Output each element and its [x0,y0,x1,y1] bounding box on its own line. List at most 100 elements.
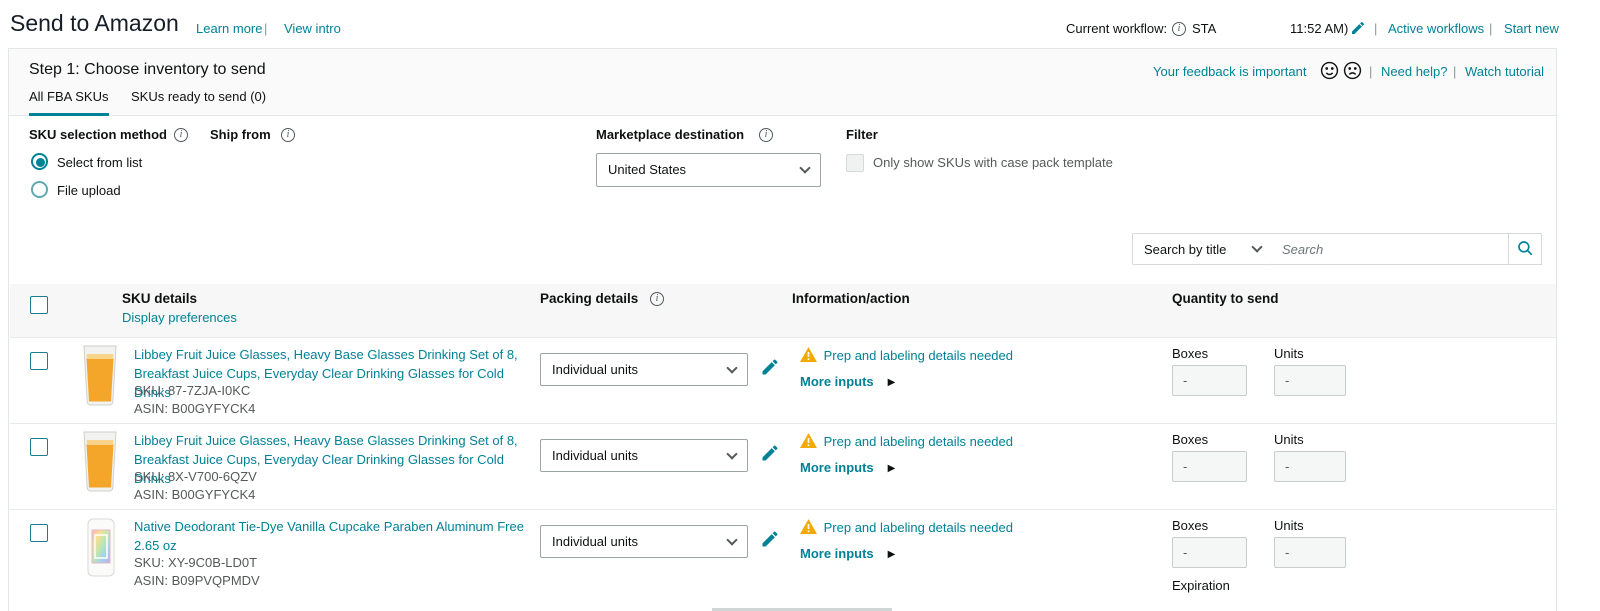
product-image-juice-glasses [80,431,120,496]
watch-tutorial-link[interactable]: Watch tutorial [1465,64,1544,79]
boxes-label: Boxes [1172,346,1209,361]
edit-pencil-icon[interactable] [1350,20,1366,39]
info-icon[interactable]: i [759,128,773,142]
tab-skus-ready-to-send[interactable]: SKUs ready to send (0) [131,89,266,104]
search-button[interactable] [1508,233,1542,265]
row-checkbox[interactable] [30,352,48,370]
table-row: Libbey Fruit Juice Glasses, Heavy Base G… [10,423,1556,509]
info-icon[interactable]: i [281,128,295,142]
search-category-select[interactable]: Search by title [1132,233,1273,265]
step1-header: Step 1: Choose inventory to send All FBA… [9,49,1556,116]
warning-text: Prep and labeling details needed [823,434,1013,449]
product-sku: SKU: XY-9C0B-LD0T [134,555,258,570]
more-inputs-label: More inputs [800,460,874,475]
column-header-packing-details: Packing details [540,291,639,306]
more-inputs-button[interactable]: More inputs ▶ [800,374,895,389]
more-inputs-button[interactable]: More inputs ▶ [800,460,895,475]
radio-file-upload-label[interactable]: File upload [57,183,121,198]
divider: | [1369,64,1373,79]
filter-label: Filter [846,127,878,142]
chevron-down-icon [1251,241,1263,253]
row-checkbox[interactable] [30,438,48,456]
current-workflow-label: Current workflow: [1066,21,1168,36]
learn-more-link[interactable]: Learn more [196,21,262,36]
search-category-value: Search by title [1144,242,1227,257]
need-help-link[interactable]: Need help? [1381,64,1448,79]
info-icon[interactable]: i [1172,22,1186,36]
step1-card: Step 1: Choose inventory to send All FBA… [8,48,1557,611]
search-input[interactable] [1272,233,1509,265]
expiration-label: Expiration [1172,578,1230,593]
select-all-checkbox[interactable] [30,296,48,314]
edit-pencil-icon[interactable] [760,529,780,552]
arrow-right-icon: ▶ [887,377,896,388]
marketplace-select[interactable]: United States [596,153,821,187]
arrow-right-icon: ▶ [887,463,896,474]
frown-face-icon[interactable] [1343,61,1362,83]
feedback-label: Your feedback is important [1153,64,1307,79]
product-sku: SKU: 8X-V700-6QZV [134,469,257,484]
step-title: Step 1: Choose inventory to send [29,61,266,78]
units-label: Units [1274,432,1304,447]
more-inputs-button[interactable]: More inputs ▶ [800,546,895,561]
radio-select-from-list[interactable] [31,153,48,170]
row-checkbox[interactable] [30,524,48,542]
divider: | [264,21,268,36]
product-asin: ASIN: B09PVQPMDV [134,573,260,588]
warning-triangle-icon [800,347,821,365]
search-magnifier-icon [1516,239,1534,260]
chevron-down-icon [726,533,738,546]
packing-details-select[interactable]: Individual units [540,525,748,558]
chevron-down-icon [799,162,811,174]
smiley-face-icon[interactable] [1320,61,1339,83]
start-new-link[interactable]: Start new [1504,21,1559,36]
product-sku: SKU: 87-7ZJA-I0KC [134,383,251,398]
info-icon[interactable]: i [174,128,188,142]
sku-selection-method-label: SKU selection method [29,127,167,142]
warning-triangle-icon [800,519,821,537]
view-intro-link[interactable]: View intro [284,21,341,36]
packing-details-select[interactable]: Individual units [540,439,748,472]
chevron-down-icon [726,361,738,374]
units-label: Units [1274,346,1304,361]
column-header-information-action: Information/action [792,291,910,306]
prep-warning: Prep and labeling details needed [800,519,1013,537]
divider: | [1453,64,1457,79]
product-asin: ASIN: B00GYFYCK4 [134,401,256,416]
edit-pencil-icon[interactable] [760,357,780,380]
boxes-input[interactable] [1172,537,1247,568]
units-input[interactable] [1274,537,1346,568]
boxes-input[interactable] [1172,365,1247,396]
ship-from-label: Ship from [210,127,271,142]
case-pack-filter-label: Only show SKUs with case pack template [873,155,1113,170]
workflow-time: 11:52 AM) [1290,21,1349,36]
column-header-sku-details: SKU details [122,291,198,306]
display-preferences-link[interactable]: Display preferences [122,310,237,325]
units-input[interactable] [1274,365,1346,396]
radio-file-upload[interactable] [31,181,48,198]
boxes-input[interactable] [1172,451,1247,482]
packing-details-value: Individual units [552,448,638,463]
info-icon[interactable]: i [650,292,664,306]
active-workflows-link[interactable]: Active workflows [1388,21,1484,36]
warning-text: Prep and labeling details needed [823,520,1013,535]
warning-text: Prep and labeling details needed [823,348,1013,363]
tab-all-fba-skus[interactable]: All FBA SKUs [29,89,108,104]
page-title: Send to Amazon [10,10,179,36]
radio-select-from-list-label[interactable]: Select from list [57,155,142,170]
active-tab-indicator [29,113,109,116]
boxes-label: Boxes [1172,518,1209,533]
divider: | [1374,21,1378,36]
product-asin: ASIN: B00GYFYCK4 [134,487,256,502]
edit-pencil-icon[interactable] [760,443,780,466]
case-pack-filter-checkbox[interactable] [846,154,864,172]
product-title-link[interactable]: Native Deodorant Tie-Dye Vanilla Cupcake… [134,517,532,555]
units-input[interactable] [1274,451,1346,482]
packing-details-select[interactable]: Individual units [540,353,748,386]
prep-warning: Prep and labeling details needed [800,347,1013,365]
product-image-deodorant [85,518,117,581]
divider: | [1489,21,1493,36]
table-row: Native Deodorant Tie-Dye Vanilla Cupcake… [10,509,1556,611]
table-header-row: SKU details Display preferences Packing … [10,284,1556,337]
prep-warning: Prep and labeling details needed [800,433,1013,451]
